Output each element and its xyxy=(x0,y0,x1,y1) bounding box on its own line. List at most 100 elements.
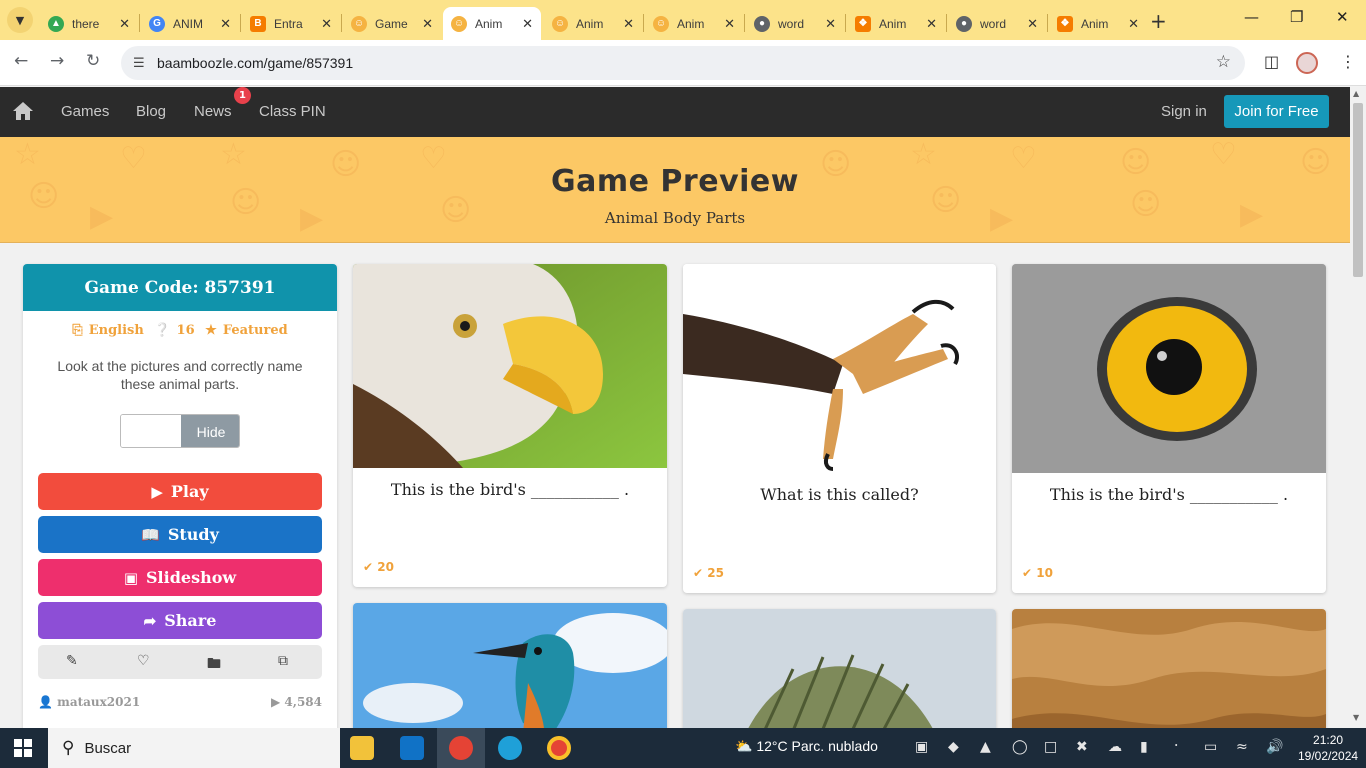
folder-icon[interactable]: 🖿 xyxy=(207,653,221,677)
close-icon[interactable]: ✕ xyxy=(1027,16,1038,32)
question-card[interactable] xyxy=(1012,609,1326,728)
close-icon[interactable]: ✕ xyxy=(623,16,634,32)
close-icon[interactable]: ✕ xyxy=(1128,16,1139,32)
nav-class-pin[interactable]: Class PIN xyxy=(259,103,326,120)
language-label: English xyxy=(88,323,144,338)
edge-icon[interactable] xyxy=(498,736,522,760)
game-info-panel: Game Code: 857391 ⎘ English ❔ 16 ★ Featured… xyxy=(23,264,337,728)
browser-tab[interactable]: ❖ Anim ✕ xyxy=(847,7,945,40)
onedrive-icon[interactable]: ☁ xyxy=(1108,739,1122,755)
minimize-icon[interactable]: — xyxy=(1244,8,1259,26)
play-button[interactable]: ▶ Play xyxy=(38,473,322,510)
hide-button[interactable]: Hide xyxy=(181,415,239,447)
taskbar-clock[interactable]: 21:20 19/02/2024 xyxy=(1298,732,1358,764)
slideshow-button[interactable]: ▣ Slideshow xyxy=(38,559,322,596)
google-icon: G xyxy=(149,15,165,32)
bluetooth-icon[interactable]: ᛫ xyxy=(1172,739,1180,755)
heart-icon[interactable]: ♡ xyxy=(137,653,150,669)
browser-tab[interactable]: B Entra ✕ xyxy=(242,7,340,40)
usb-icon[interactable]: ▮ xyxy=(1140,739,1148,755)
question-icon: ❔ xyxy=(154,323,171,338)
windows-start-icon[interactable] xyxy=(14,739,32,757)
tray-app-icon[interactable]: □ xyxy=(1044,739,1057,755)
battery-icon[interactable]: ▭ xyxy=(1204,739,1217,755)
browser-tab[interactable]: ▲ there ✕ xyxy=(40,7,138,40)
points-label: ✔ 25 xyxy=(693,566,724,580)
volume-icon[interactable]: 🔊 xyxy=(1266,739,1283,755)
close-window-icon[interactable]: ✕ xyxy=(1336,8,1349,26)
tray-app-icon[interactable]: ◯ xyxy=(1012,739,1028,755)
globe-icon: ● xyxy=(956,15,972,32)
eagle-head-image xyxy=(353,264,667,468)
share-button[interactable]: ➦ Share xyxy=(38,602,322,639)
hide-toggle[interactable]: Hide xyxy=(120,414,240,448)
close-icon[interactable]: ✕ xyxy=(926,16,937,32)
share-icon: ➦ xyxy=(143,611,157,630)
close-icon[interactable]: ✕ xyxy=(422,16,433,32)
chrome-icon[interactable] xyxy=(547,736,571,760)
nav-blog[interactable]: Blog xyxy=(136,103,166,120)
copy-icon[interactable]: ⧉ xyxy=(278,653,288,669)
close-icon[interactable]: ✕ xyxy=(321,16,332,32)
question-card[interactable]: What is this called? ✔ 25 xyxy=(683,264,996,593)
nav-news[interactable]: News xyxy=(194,103,232,120)
game-meta: ⎘ English ❔ 16 ★ Featured xyxy=(23,323,337,338)
browser-tab[interactable]: ❖ Anim ✕ xyxy=(1049,7,1147,40)
game-code: Game Code: 857391 xyxy=(23,264,337,311)
browser-tab-active[interactable]: ☺ Anim ✕ xyxy=(443,7,541,40)
browser-tab[interactable]: G ANIM ✕ xyxy=(141,7,239,40)
address-bar[interactable]: ☰ baamboozle.com/game/857391 ☆ xyxy=(121,46,1245,80)
wifi-icon[interactable]: ≈ xyxy=(1236,739,1248,755)
sign-in-link[interactable]: Sign in xyxy=(1161,103,1207,120)
question-text: This is the bird's ___________ . xyxy=(1049,485,1289,504)
author[interactable]: 👤 mataux2021 xyxy=(38,695,140,709)
tab-search-button[interactable]: ▼ xyxy=(7,7,33,33)
nav-games[interactable]: Games xyxy=(61,103,109,120)
menu-kebab-icon[interactable]: ⋮ xyxy=(1340,52,1356,71)
study-button[interactable]: 📖 Study xyxy=(38,516,322,553)
reload-icon[interactable]: ↻ xyxy=(86,51,100,71)
game-actions-row: ✎ ♡ 🖿 ⧉ xyxy=(38,645,322,679)
game-title: Animal Body Parts xyxy=(604,209,746,227)
restore-icon[interactable]: ❐ xyxy=(1290,8,1303,26)
new-tab-icon[interactable]: + xyxy=(1150,9,1167,33)
page-scrollbar[interactable]: ▲ ▼ xyxy=(1350,87,1366,728)
question-card[interactable]: This is the bird's ___________ . ✔ 10 xyxy=(1012,264,1326,593)
back-icon[interactable]: ← xyxy=(14,51,28,71)
close-icon[interactable]: ✕ xyxy=(119,16,130,32)
toggle-blank[interactable] xyxy=(121,415,181,447)
file-explorer-icon[interactable] xyxy=(350,736,374,760)
scroll-up-icon[interactable]: ▲ xyxy=(1353,89,1359,98)
edit-pencil-icon[interactable]: ✎ xyxy=(66,653,78,669)
tray-app-icon[interactable]: ▲ xyxy=(980,739,991,755)
close-icon[interactable]: ✕ xyxy=(522,16,533,32)
weather-widget[interactable]: ⛅ 12°C Parc. nublado xyxy=(735,738,878,755)
side-panel-icon[interactable]: ◫ xyxy=(1264,52,1279,71)
scrollbar-thumb[interactable] xyxy=(1353,103,1363,277)
home-icon[interactable] xyxy=(12,101,34,121)
question-card[interactable] xyxy=(683,609,996,728)
teams-icon[interactable]: ▣ xyxy=(915,739,928,755)
browser-tab[interactable]: ☺ Game ✕ xyxy=(343,7,441,40)
close-icon[interactable]: ✕ xyxy=(724,16,735,32)
scroll-down-icon[interactable]: ▼ xyxy=(1353,713,1359,722)
close-icon[interactable]: ✕ xyxy=(825,16,836,32)
browser-tab[interactable]: ☺ Anim ✕ xyxy=(645,7,743,40)
chrome-profile-icon[interactable] xyxy=(449,736,473,760)
browser-tab[interactable]: ● word ✕ xyxy=(746,7,844,40)
question-card[interactable] xyxy=(353,603,667,728)
close-icon[interactable]: ✕ xyxy=(220,16,231,32)
browser-tab[interactable]: ☺ Anim ✕ xyxy=(544,7,642,40)
tray-app-icon[interactable]: ◆ xyxy=(948,739,959,755)
profile-avatar[interactable] xyxy=(1296,52,1318,74)
tray-app-icon[interactable]: ✖ xyxy=(1076,739,1088,755)
url-text[interactable]: baamboozle.com/game/857391 xyxy=(157,55,353,71)
question-card[interactable]: This is the bird's ___________ . ✔ 20 xyxy=(353,264,667,587)
outlook-icon[interactable] xyxy=(400,736,424,760)
join-for-free-button[interactable]: Join for Free xyxy=(1224,95,1329,128)
bookmark-star-icon[interactable]: ☆ xyxy=(1216,52,1231,72)
site-info-icon[interactable]: ☰ xyxy=(133,56,153,71)
taskbar-search[interactable]: ⚲ Buscar xyxy=(48,728,340,768)
browser-tab[interactable]: ● word ✕ xyxy=(948,7,1046,40)
forward-icon[interactable]: → xyxy=(50,51,64,71)
